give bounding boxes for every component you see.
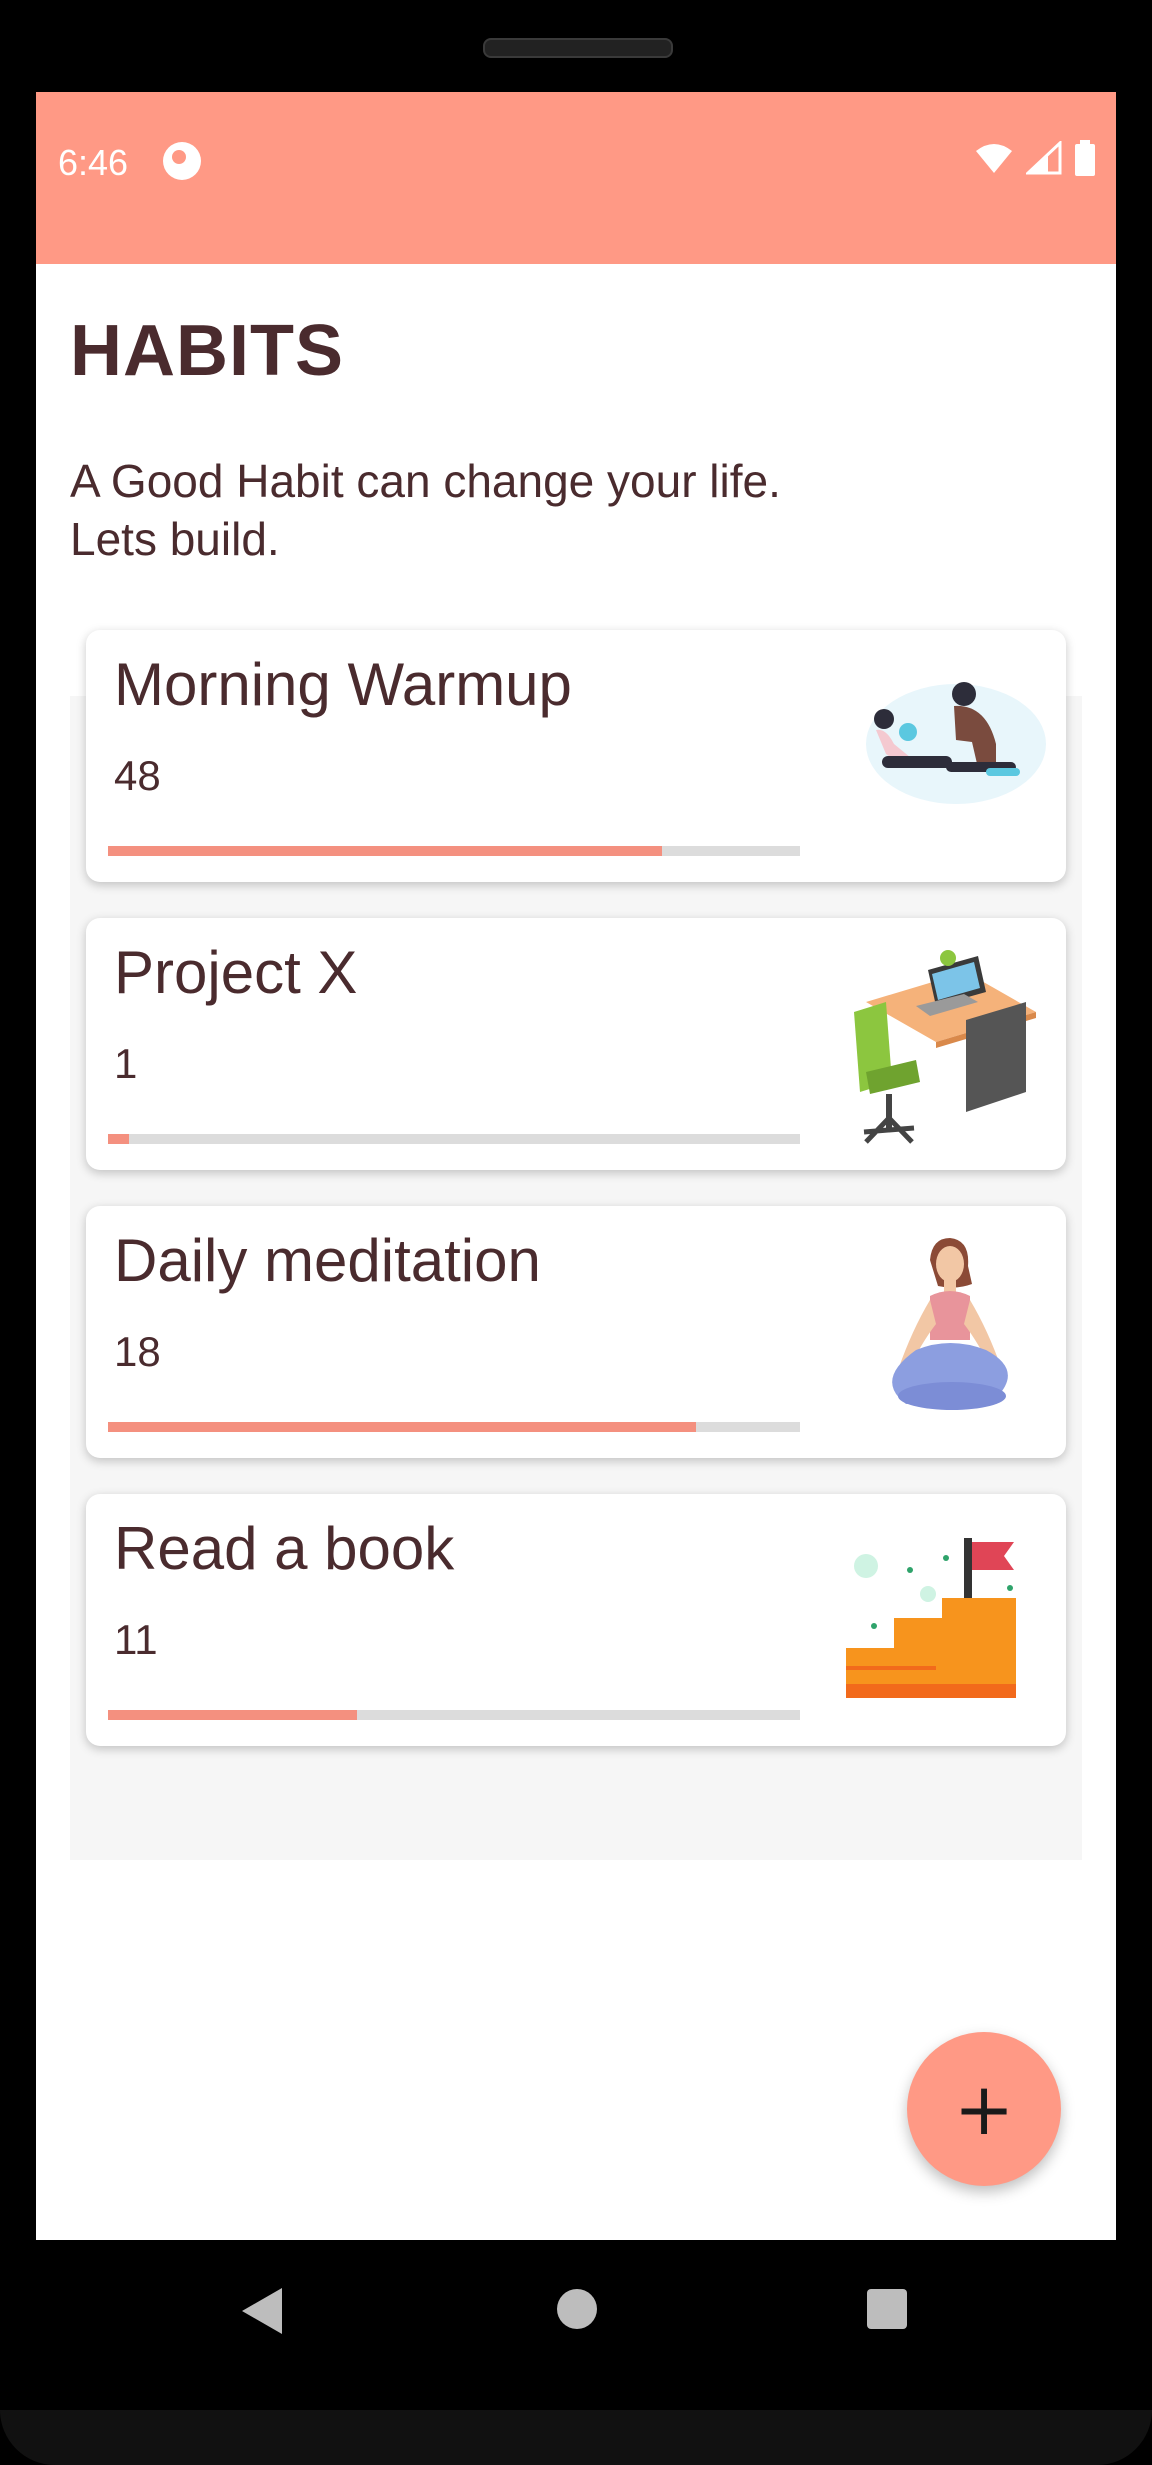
desk-illustration [854, 950, 1036, 1144]
subtitle-line-2: Lets build. [70, 513, 280, 565]
habit-card-project-x[interactable]: Project X 1 [86, 918, 1066, 1170]
back-icon[interactable] [238, 2286, 284, 2336]
habit-progress-track [108, 1710, 800, 1720]
habit-progress-track [108, 1134, 800, 1144]
wifi-icon [976, 144, 1012, 173]
habit-count: 1 [114, 1040, 138, 1087]
home-icon[interactable] [556, 2288, 598, 2330]
habit-progress-track [108, 846, 800, 856]
stairs-flag-illustration [846, 1538, 1016, 1698]
habit-name: Daily meditation [114, 1227, 541, 1294]
habit-progress-fill [108, 846, 662, 856]
cellular-signal-icon [1026, 141, 1062, 175]
app-notification-icon [163, 142, 201, 180]
habit-name: Morning Warmup [114, 651, 572, 718]
device-frame: 6:46 HABITS A Good Habit can change your… [0, 0, 1152, 2465]
add-habit-button[interactable]: + [907, 2032, 1061, 2186]
page-subtitle: A Good Habit can change your life. Lets … [70, 452, 781, 568]
habit-card-read-a-book[interactable]: Read a book 11 [86, 1494, 1066, 1746]
recents-icon[interactable] [866, 2288, 908, 2330]
habit-progress-fill [108, 1710, 358, 1720]
workout-illustration [866, 682, 1046, 804]
status-time: 6:46 [58, 142, 129, 183]
system-navigation-bar [0, 2240, 1152, 2420]
system-icons [974, 140, 1096, 176]
status-bar: 6:46 [36, 92, 1116, 264]
meditation-illustration [892, 1238, 1008, 1410]
habit-count: 18 [114, 1328, 161, 1375]
app-screen: 6:46 HABITS A Good Habit can change your… [36, 92, 1116, 2240]
battery-icon [1075, 140, 1095, 176]
earpiece-speaker [483, 38, 673, 58]
habit-count: 11 [114, 1616, 158, 1663]
page-title: HABITS [70, 311, 344, 391]
device-bottom-edge [0, 2410, 1152, 2465]
subtitle-line-1: A Good Habit can change your life. [70, 455, 781, 507]
habit-name: Project X [114, 939, 358, 1006]
habit-progress-fill [108, 1422, 697, 1432]
habit-progress-fill [108, 1134, 129, 1144]
habit-progress-track [108, 1422, 800, 1432]
habit-card-daily-meditation[interactable]: Daily meditation 18 [86, 1206, 1066, 1458]
habit-name: Read a book [114, 1515, 455, 1582]
habit-card-morning-warmup[interactable]: Morning Warmup 48 [86, 630, 1066, 882]
habit-count: 48 [114, 752, 161, 799]
